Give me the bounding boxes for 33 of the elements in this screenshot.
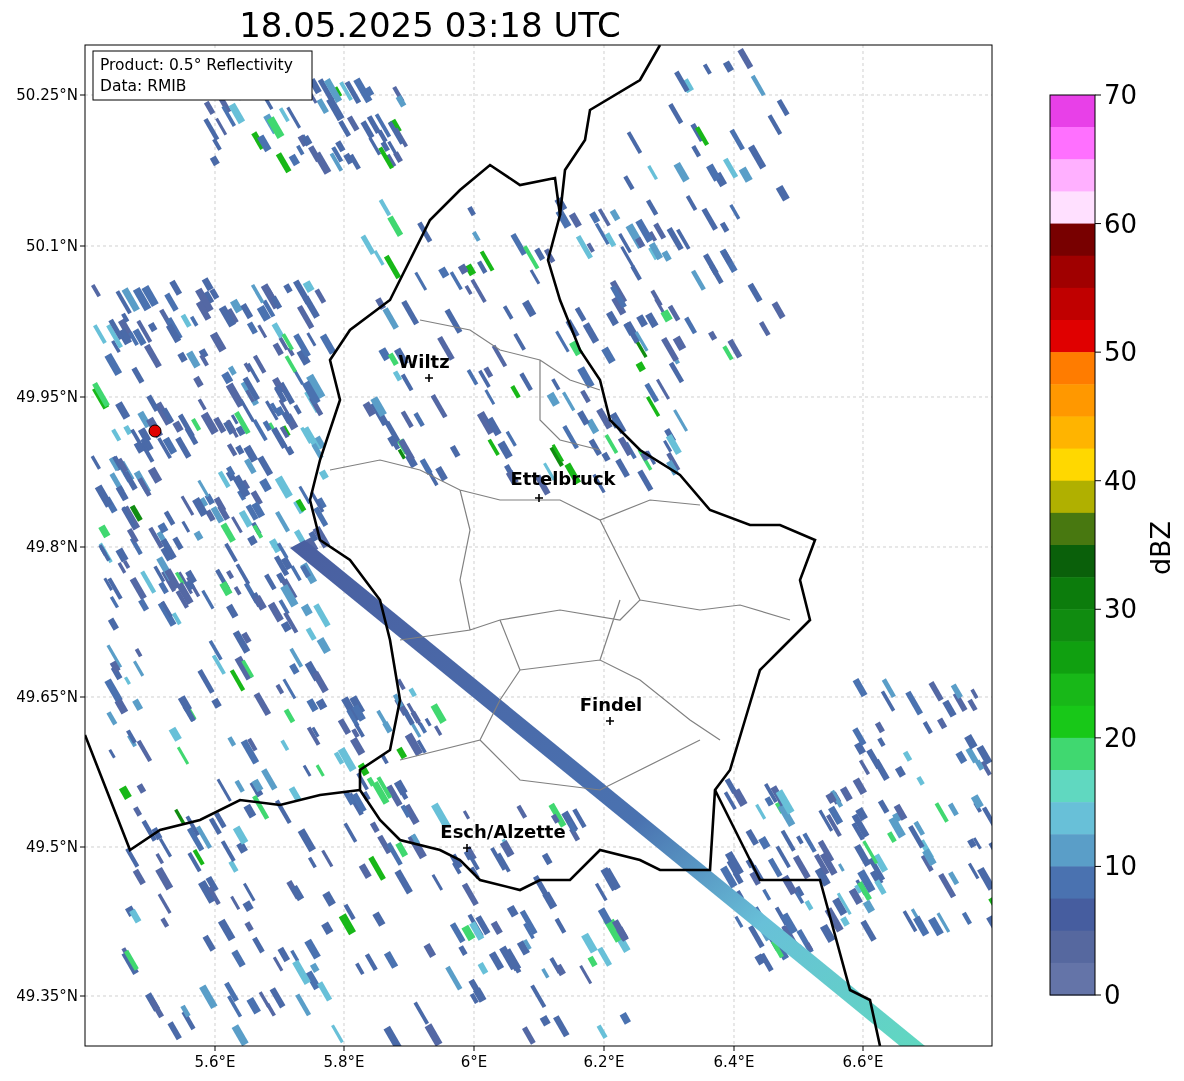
city-marker-icon <box>534 493 544 503</box>
axis-tick-label: 49.65°N <box>16 688 78 706</box>
city-marker-icon <box>424 373 434 383</box>
colorbar-tick-label: 30 <box>1104 594 1138 625</box>
colorbar-tick-label: 10 <box>1104 851 1138 882</box>
axis-tick-label: 49.95°N <box>16 388 78 406</box>
axis-tick-label: 50.1°N <box>25 237 78 255</box>
legend-text: Data: RMIB <box>100 77 187 95</box>
colorbar-tick-label: 20 <box>1104 722 1138 753</box>
axis-tick-label: 5.6°E <box>194 1053 236 1071</box>
axis-tick-label: 49.35°N <box>16 987 78 1005</box>
colorbar-tick-label: 70 <box>1104 80 1138 110</box>
axis-tick-label: 49.8°N <box>25 538 78 556</box>
city-marker-icon <box>462 843 472 853</box>
axis-tick-label: 6.2°E <box>583 1053 625 1071</box>
colorbar-tick-label: 50 <box>1104 337 1138 368</box>
city-label: Esch/Alzette <box>440 821 566 842</box>
axis-tick-label: 50.25°N <box>16 86 78 104</box>
legend-text: Product: 0.5° Reflectivity <box>100 56 293 74</box>
city-label: Wiltz <box>398 351 450 372</box>
axis-tick-label: 5.8°E <box>323 1053 365 1071</box>
axis-tick-label: 6.6°E <box>842 1053 884 1071</box>
colorbar-tick-label: 40 <box>1104 465 1138 496</box>
city-label: Findel <box>579 694 643 715</box>
radar-site-marker <box>148 424 162 438</box>
axis-tick-label: 49.5°N <box>25 838 78 856</box>
colorbar-tick-label: 0 <box>1104 980 1121 1010</box>
city-marker-icon <box>605 716 615 726</box>
axis-tick-label: 6.4°E <box>713 1053 755 1071</box>
chart-title: 18.05.2025 03:18 UTC <box>239 5 621 45</box>
colorbar-tick-label: 60 <box>1104 208 1138 239</box>
axis-tick-label: 6°E <box>460 1053 488 1071</box>
colorbar-label: dBZ <box>1145 520 1176 576</box>
